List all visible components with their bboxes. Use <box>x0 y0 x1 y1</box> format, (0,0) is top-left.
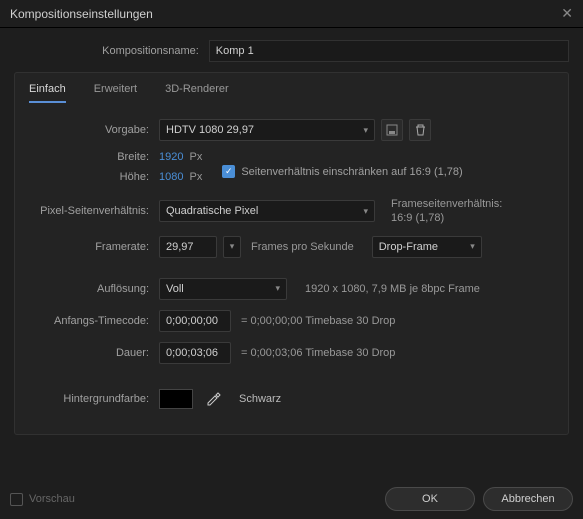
cancel-button[interactable]: Abbrechen <box>483 487 573 511</box>
chevron-down-icon: ▾ <box>275 283 280 294</box>
bgcolor-swatch[interactable] <box>159 389 193 409</box>
width-label: Breite: <box>29 151 159 163</box>
preset-value: HDTV 1080 29,97 <box>166 124 254 136</box>
preview-label: Vorschau <box>29 493 75 505</box>
comp-name-input[interactable] <box>209 40 569 62</box>
preset-label: Vorgabe: <box>29 124 159 136</box>
bgcolor-name: Schwarz <box>239 393 281 405</box>
chevron-down-icon: ▾ <box>230 241 235 252</box>
frame-aspect-info: Frameseitenverhältnis: 16:9 (1,78) <box>391 197 502 226</box>
resolution-info: 1920 x 1080, 7,9 MB je 8bpc Frame <box>305 283 480 295</box>
close-icon[interactable]: ✕ <box>561 5 573 22</box>
resolution-select[interactable]: Voll ▾ <box>159 278 287 300</box>
preview-checkbox[interactable] <box>10 493 23 506</box>
duration-info: = 0;00;03;06 Timebase 30 Drop <box>241 347 395 359</box>
lock-aspect-label: Seitenverhältnis einschränken auf 16:9 (… <box>241 166 462 178</box>
lock-aspect-row[interactable]: ✓ Seitenverhältnis einschränken auf 16:9… <box>222 165 462 178</box>
window-title: Kompositionseinstellungen <box>10 7 153 21</box>
par-select[interactable]: Quadratische Pixel ▾ <box>159 200 375 222</box>
fps-label: Frames pro Sekunde <box>251 241 354 253</box>
framerate-label: Framerate: <box>29 241 159 253</box>
framerate-input[interactable] <box>159 236 217 258</box>
duration-label: Dauer: <box>29 347 159 359</box>
par-label: Pixel-Seitenverhältnis: <box>29 205 159 217</box>
chevron-down-icon: ▾ <box>470 241 475 252</box>
titlebar: Kompositionseinstellungen ✕ <box>0 0 583 28</box>
par-value: Quadratische Pixel <box>166 205 258 217</box>
start-tc-label: Anfangs-Timecode: <box>29 315 159 327</box>
preset-select[interactable]: HDTV 1080 29,97 ▾ <box>159 119 375 141</box>
chevron-down-icon: ▾ <box>363 206 368 217</box>
height-value[interactable]: 1080 <box>159 171 183 183</box>
tab-3d-renderer[interactable]: 3D-Renderer <box>165 83 229 103</box>
comp-name-label: Kompositionsname: <box>14 45 209 57</box>
duration-input[interactable] <box>159 342 231 364</box>
dropframe-select[interactable]: Drop-Frame ▾ <box>372 236 482 258</box>
height-unit: Px <box>189 171 202 183</box>
settings-panel: Einfach Erweitert 3D-Renderer Vorgabe: H… <box>14 72 569 435</box>
bgcolor-label: Hintergrundfarbe: <box>29 393 159 405</box>
tab-basic[interactable]: Einfach <box>29 83 66 103</box>
resolution-label: Auflösung: <box>29 283 159 295</box>
start-tc-info: = 0;00;00;00 Timebase 30 Drop <box>241 315 395 327</box>
delete-preset-button[interactable] <box>409 119 431 141</box>
lock-aspect-checkbox[interactable]: ✓ <box>222 165 235 178</box>
width-unit: Px <box>189 151 202 163</box>
preview-toggle[interactable]: Vorschau <box>10 493 75 506</box>
chevron-down-icon: ▾ <box>363 125 368 136</box>
save-preset-button[interactable] <box>381 119 403 141</box>
start-tc-input[interactable] <box>159 310 231 332</box>
height-label: Höhe: <box>29 171 159 183</box>
framerate-dropdown[interactable]: ▾ <box>223 236 241 258</box>
resolution-value: Voll <box>166 283 184 295</box>
width-value[interactable]: 1920 <box>159 151 183 163</box>
dropframe-value: Drop-Frame <box>379 241 438 253</box>
eyedropper-icon[interactable] <box>203 388 225 410</box>
ok-button[interactable]: OK <box>385 487 475 511</box>
tab-advanced[interactable]: Erweitert <box>94 83 137 103</box>
